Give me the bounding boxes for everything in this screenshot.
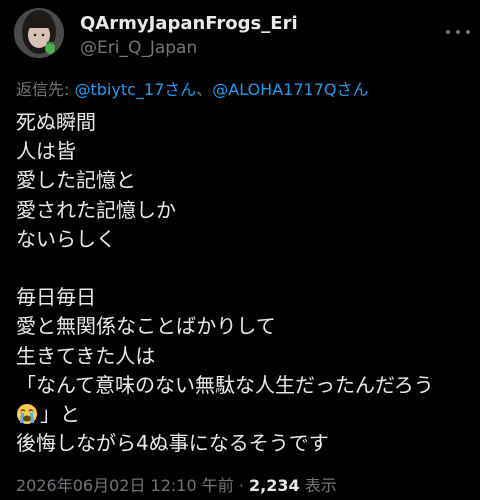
timestamp[interactable]: 2026年06月02日 12:10 午前: [16, 476, 234, 495]
tweet-line: 愛した記憶と: [16, 168, 136, 193]
tweet-line: 「なんて意味のない無駄な人生だったんだろう: [16, 372, 434, 397]
tweet-line: 後悔しながら4ぬ事になるそうです: [16, 431, 329, 456]
tweet-line: 愛と無関係なことばかりして: [16, 314, 276, 339]
more-horizontal-icon-dot: [466, 30, 470, 34]
tweet-line: 毎日毎日: [16, 285, 96, 310]
tweet-line: 人は皆: [16, 139, 76, 164]
tweet-line-text: 」と: [40, 401, 80, 426]
avatar[interactable]: [14, 8, 64, 58]
more-horizontal-icon: [446, 30, 450, 34]
tweet-body: 死ぬ瞬間 人は皆 愛した記憶と 愛された記憶しか ないらしく 毎日毎日 愛と無関…: [16, 108, 476, 458]
reply-mention-link[interactable]: @ALOHA1717Qさん: [212, 80, 368, 99]
reply-separator: 、: [196, 80, 213, 99]
more-options-button[interactable]: [446, 22, 470, 42]
reply-prefix: 返信先:: [16, 80, 75, 99]
tweet-line: ないらしく: [16, 226, 116, 251]
author-handle[interactable]: @Eri_Q_Japan: [80, 38, 197, 58]
tweet-line-with-emoji: 」と: [16, 400, 476, 429]
tweet-meta: 2026年06月02日 12:10 午前 · 2,234 表示: [16, 472, 337, 496]
views-count: 2,234: [249, 476, 300, 495]
more-horizontal-icon-dot: [456, 30, 460, 34]
tweet-line: 愛された記憶しか: [16, 197, 176, 222]
views-label: 表示: [299, 476, 337, 495]
tweet: QArmyJapanFrogs_Eri @Eri_Q_Japan 返信先: @t…: [0, 0, 480, 500]
reply-mention-link[interactable]: @tbiytc_17さん: [74, 80, 196, 99]
reply-context: 返信先: @tbiytc_17さん、@ALOHA1717Qさん: [16, 76, 368, 100]
meta-separator: ·: [233, 476, 249, 495]
loudly-crying-face-icon: [17, 403, 37, 424]
tweet-line: 死ぬ瞬間: [16, 110, 96, 134]
tweet-line: 生きてきた人は: [16, 343, 156, 368]
author-display-name[interactable]: QArmyJapanFrogs_Eri: [80, 13, 298, 34]
